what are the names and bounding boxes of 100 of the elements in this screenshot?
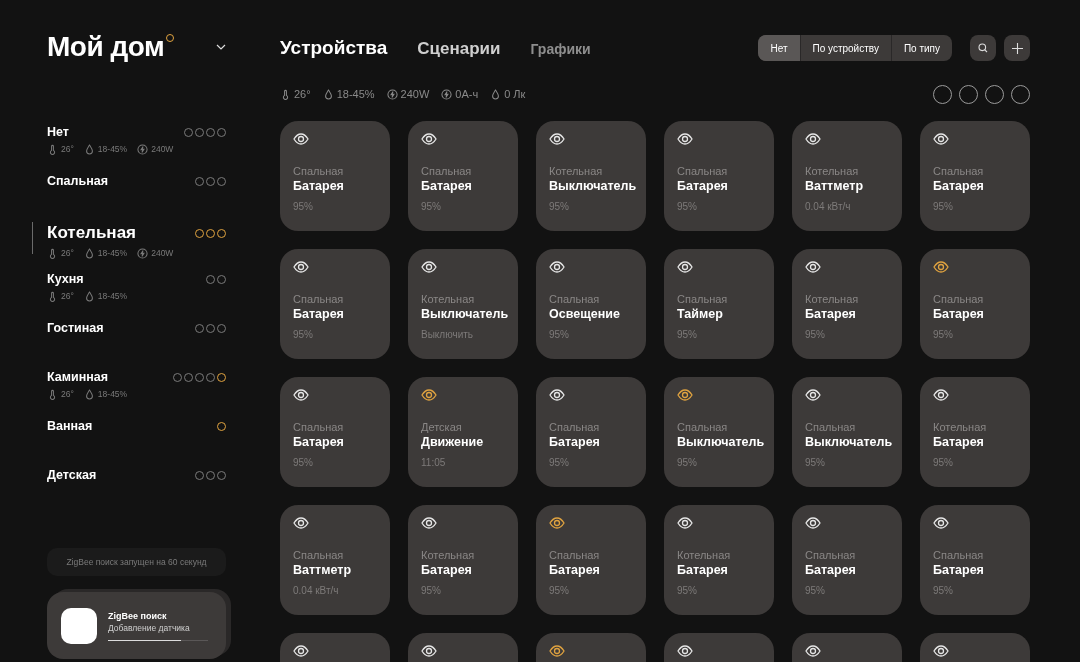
device-card[interactable]: Спальная Батарея 95% — [536, 505, 646, 615]
device-card[interactable]: Спальная Батарея 95% — [536, 377, 646, 487]
drop-icon — [83, 143, 95, 155]
room-name[interactable]: Котельная — [47, 222, 136, 244]
add-button[interactable] — [1004, 35, 1030, 61]
search-button[interactable] — [970, 35, 996, 61]
lightning-icon — [137, 247, 149, 259]
device-card[interactable]: Спальная Батарея 95% — [920, 121, 1030, 231]
room-name[interactable]: Кухня — [47, 271, 84, 287]
device-room: Спальная — [293, 548, 345, 562]
stat-value: 240W — [400, 87, 430, 103]
device-name: Батарея — [293, 434, 344, 451]
device-card[interactable]: Спальная Батарея 95% — [664, 121, 774, 231]
device-card[interactable]: Спальная Выключатель 95% — [664, 377, 774, 487]
device-room: Котельная — [421, 292, 476, 306]
device-room: Котельная — [805, 292, 860, 306]
tab[interactable]: Графики — [530, 38, 591, 60]
device-name: Батарея — [933, 306, 984, 323]
device-card[interactable]: Спальная Батарея 95% — [280, 121, 390, 231]
device-value: 95% — [549, 584, 570, 597]
device-card[interactable]: Спальная Ваттметр 0.04 кВт/ч — [280, 505, 390, 615]
device-room: Спальная — [677, 420, 729, 434]
device-name: Батарея — [421, 562, 472, 579]
device-card[interactable]: Котельная Выключатель 95% — [536, 121, 646, 231]
device-value: 95% — [549, 200, 570, 213]
stat-value: 18-45% — [97, 290, 128, 303]
device-card[interactable]: Спальная Батарея 95% — [280, 377, 390, 487]
device-room: Котельная — [933, 420, 988, 434]
stat-value: 240W — [151, 143, 174, 156]
device-tile-icon — [61, 607, 97, 644]
device-name: Выключатель — [805, 434, 893, 451]
device-room: Спальная — [293, 420, 345, 434]
device-card[interactable]: Котельная Батарея 95% — [920, 377, 1030, 487]
device-value: 95% — [805, 584, 826, 597]
room-name[interactable]: Каминная — [47, 369, 108, 385]
room-name[interactable]: Гостиная — [47, 320, 104, 336]
device-room: Спальная — [933, 292, 985, 306]
device-value: 95% — [933, 328, 954, 341]
filter-segment[interactable]: По типу — [890, 35, 952, 61]
device-value: 95% — [677, 584, 698, 597]
device-card[interactable]: Спальная Батарея 95% — [920, 249, 1030, 359]
device-name: Ваттметр — [293, 562, 351, 579]
device-room: Спальная — [549, 548, 601, 562]
device-card[interactable]: Спальная Батарея 95% — [280, 249, 390, 359]
device-card[interactable]: Котельная Батарея 95% — [664, 505, 774, 615]
drop-icon — [83, 388, 95, 400]
device-card[interactable]: Котельная Выключатель Выключить — [408, 249, 518, 359]
device-card[interactable]: Спальная Таймер 95% — [664, 249, 774, 359]
tab[interactable]: Сценарии — [417, 35, 501, 62]
device-card[interactable]: Котельная Батарея 95% — [408, 505, 518, 615]
device-value: 95% — [933, 456, 954, 469]
device-value: 95% — [677, 328, 698, 341]
device-card[interactable]: Котельная Батарея 95% — [792, 249, 902, 359]
device-room: Спальная — [805, 548, 857, 562]
device-card[interactable]: Детская Движение 11:05 — [408, 377, 518, 487]
device-value: 0.04 кВт/ч — [805, 200, 852, 213]
device-value: 95% — [677, 200, 698, 213]
device-value: 95% — [933, 584, 954, 597]
device-card[interactable]: Спальная Батарея 95% — [920, 505, 1030, 615]
device-value: 0.04 кВт/ч — [293, 584, 340, 597]
device-value: 95% — [549, 456, 570, 469]
device-name: Таймер — [677, 306, 723, 323]
device-room: Спальная — [293, 292, 345, 306]
stat-value: 18-45% — [97, 143, 128, 156]
room-name[interactable]: Ванная — [47, 418, 93, 434]
drop-icon — [490, 89, 502, 100]
room-name[interactable]: Спальная — [47, 173, 108, 189]
stat-value: 18-45% — [97, 247, 128, 260]
device-name: Батарея — [421, 178, 472, 195]
device-card[interactable]: Спальная Батарея 95% — [792, 505, 902, 615]
room-name[interactable]: Нет — [47, 124, 69, 140]
stat-value: 26° — [61, 143, 74, 156]
stat-value: 240W — [151, 247, 174, 260]
tab[interactable]: Устройства — [280, 33, 388, 63]
device-card[interactable]: Спальная Выключатель 95% — [792, 377, 902, 487]
device-card[interactable]: Котельная Ваттметр 0.04 кВт/ч — [792, 121, 902, 231]
device-name: Батарея — [293, 306, 344, 323]
chevron-down-icon[interactable] — [216, 44, 226, 50]
stat-value: 26° — [61, 290, 74, 303]
room-name[interactable]: Детская — [47, 467, 97, 483]
device-name: Батарея — [805, 306, 856, 323]
plus-icon — [1011, 42, 1023, 54]
device-room: Котельная — [421, 548, 476, 562]
device-room: Спальная — [677, 164, 729, 178]
thermometer-icon — [47, 143, 58, 155]
device-card[interactable]: Спальная Батарея 95% — [408, 121, 518, 231]
stat-value: 0 Лк — [504, 87, 526, 103]
device-room: Спальная — [805, 420, 857, 434]
device-name: Батарея — [677, 562, 728, 579]
thermometer-icon — [47, 290, 58, 302]
lightning-icon — [386, 89, 398, 100]
device-room: Котельная — [805, 164, 860, 178]
zigbee-title: ZigBee поиск — [108, 610, 168, 622]
filter-segment[interactable]: Нет — [758, 35, 800, 61]
stat-value: 18-45% — [97, 388, 128, 401]
search-icon — [978, 43, 988, 53]
filter-segment[interactable]: По устройству — [799, 35, 891, 61]
device-card[interactable]: Спальная Освещение 95% — [536, 249, 646, 359]
device-value: 95% — [421, 584, 442, 597]
device-value: 95% — [549, 328, 570, 341]
